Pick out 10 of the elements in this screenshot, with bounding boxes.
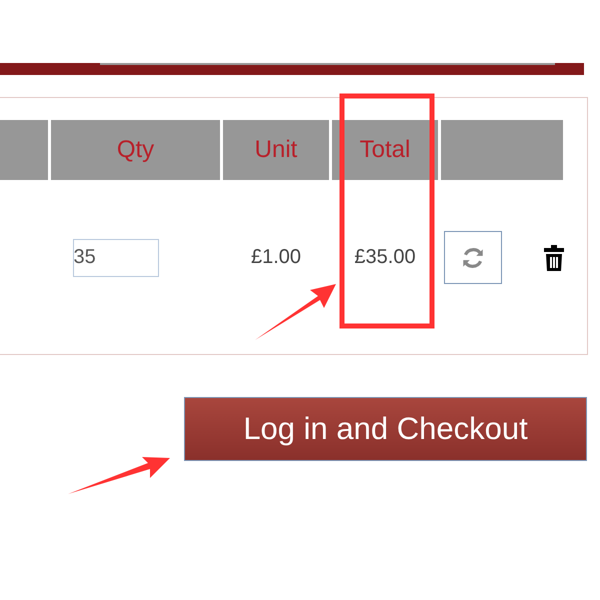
refresh-button[interactable] <box>444 231 502 284</box>
line-total: £35.00 <box>354 246 416 269</box>
checkout-button[interactable]: Log in and Checkout <box>184 397 587 461</box>
column-header: Qty <box>51 120 220 180</box>
table-header-cell <box>0 120 48 180</box>
quantity-field[interactable]: 35 <box>72 238 158 276</box>
unit-price: £1.00 <box>250 246 302 269</box>
trash-icon[interactable] <box>544 244 564 270</box>
column-header: Total <box>332 120 438 180</box>
column-header: Unit <box>223 120 329 180</box>
